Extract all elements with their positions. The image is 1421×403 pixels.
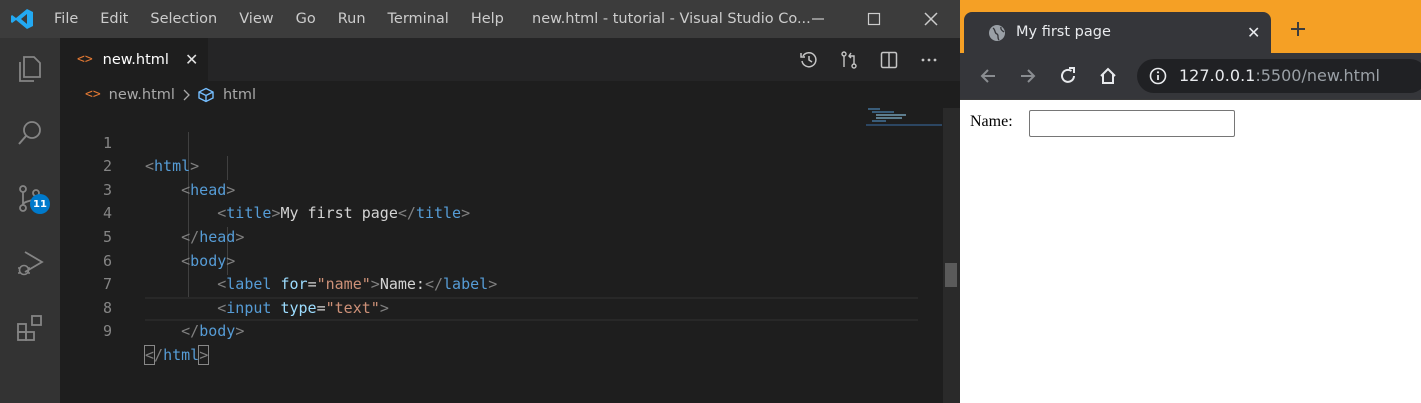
symbol-element-icon xyxy=(198,87,214,102)
web-page: Name: xyxy=(960,100,1421,403)
activity-run-debug[interactable] xyxy=(0,239,60,287)
html-file-icon: <> xyxy=(77,52,93,67)
tab-label: new.html xyxy=(102,51,169,68)
activity-extensions[interactable] xyxy=(0,304,60,352)
menu-go[interactable]: Go xyxy=(284,0,326,38)
tab-close-button[interactable]: ✕ xyxy=(185,50,198,69)
vscode-titlebar: File Edit Selection View Go Run Terminal… xyxy=(0,0,960,38)
back-button[interactable] xyxy=(973,61,1003,91)
breadcrumb: <> new.html html xyxy=(60,81,960,108)
browser-tab-close-button[interactable]: ✕ xyxy=(1247,12,1260,53)
browser-tab-title: My first page xyxy=(1016,24,1111,40)
forward-button[interactable] xyxy=(1013,61,1043,91)
activity-source-control[interactable]: 11 xyxy=(0,174,60,222)
more-actions-icon xyxy=(921,58,937,61)
menu-view[interactable]: View xyxy=(227,0,283,38)
activity-search[interactable] xyxy=(0,109,60,157)
editor-tabs: <> new.html ✕ xyxy=(60,38,960,81)
globe-icon xyxy=(989,25,1005,41)
new-tab-button[interactable] xyxy=(1283,14,1313,44)
vscode-window: File Edit Selection View Go Run Terminal… xyxy=(0,0,960,403)
menu-help[interactable]: Help xyxy=(459,0,514,38)
editor-scrollbar[interactable] xyxy=(943,108,960,403)
menu-edit[interactable]: Edit xyxy=(88,0,138,38)
code-line: 6 <label for="name">Name:</label> xyxy=(60,226,940,294)
activity-explorer[interactable] xyxy=(0,44,60,92)
browser-window: My first page ✕ 127.0.0.1:5500/new.html … xyxy=(960,0,1421,403)
run-debug-icon xyxy=(18,251,44,276)
code-line: 5 <body> xyxy=(60,202,940,270)
home-icon xyxy=(1100,67,1116,84)
chevron-right-icon xyxy=(183,89,190,100)
source-control-badge: 11 xyxy=(30,194,50,214)
editor-actions xyxy=(796,38,942,81)
menu-selection[interactable]: Selection xyxy=(138,0,227,38)
close-icon xyxy=(924,12,938,26)
name-input[interactable] xyxy=(1029,110,1235,137)
menu-run[interactable]: Run xyxy=(326,0,376,38)
browser-tab-strip: My first page ✕ xyxy=(960,0,1421,53)
browser-tab[interactable]: My first page ✕ xyxy=(964,12,1271,53)
info-icon xyxy=(1149,67,1167,85)
browser-toolbar: 127.0.0.1:5500/new.html xyxy=(960,53,1421,99)
arrow-left-icon xyxy=(980,69,995,83)
maximize-button[interactable] xyxy=(854,0,894,38)
minimap[interactable] xyxy=(866,108,942,128)
code-line: 7 <input type="text"> xyxy=(60,250,940,317)
breadcrumb-file[interactable]: new.html xyxy=(109,87,175,103)
reload-button[interactable] xyxy=(1053,61,1083,91)
line-number: 9 xyxy=(102,322,112,341)
url-path: :5500/new.html xyxy=(1255,66,1380,85)
code-editor[interactable]: 1 <html> 2 <head> 3 <title>My first page… xyxy=(60,108,940,403)
minimize-button[interactable] xyxy=(798,0,838,38)
reload-icon xyxy=(1061,67,1075,83)
code-text: </html> xyxy=(143,344,210,365)
scrollbar-thumb[interactable] xyxy=(945,263,957,287)
compare-changes-icon xyxy=(841,50,857,69)
vscode-logo-icon xyxy=(11,9,33,29)
window-title: new.html - tutorial - Visual Studio Co..… xyxy=(532,11,811,27)
activity-bar: 11 xyxy=(0,38,60,403)
code-line: 1 <html> xyxy=(60,108,940,176)
name-label: Name: xyxy=(970,113,1013,130)
screen: File Edit Selection View Go Run Terminal… xyxy=(0,0,1421,403)
compare-changes-button[interactable] xyxy=(836,47,862,73)
plus-icon xyxy=(1291,22,1305,36)
code-line: 8 </body> xyxy=(60,273,940,341)
close-window-button[interactable] xyxy=(911,0,951,38)
code-line: 9 </html> xyxy=(60,297,940,365)
address-url: 127.0.0.1:5500/new.html xyxy=(1179,59,1380,93)
menu-terminal[interactable]: Terminal xyxy=(376,0,459,38)
home-button[interactable] xyxy=(1093,61,1123,91)
address-bar[interactable]: 127.0.0.1:5500/new.html xyxy=(1137,59,1421,93)
more-actions-button[interactable] xyxy=(916,47,942,73)
menu-file[interactable]: File xyxy=(42,0,88,38)
search-icon xyxy=(18,121,41,145)
open-timeline-icon xyxy=(800,51,817,67)
maximize-icon xyxy=(867,12,881,26)
split-editor-icon xyxy=(880,51,898,68)
menu-bar: File Edit Selection View Go Run Terminal… xyxy=(42,0,514,38)
html-file-icon: <> xyxy=(85,87,101,102)
split-editor-button[interactable] xyxy=(876,47,902,73)
extensions-icon xyxy=(17,315,42,341)
code-line: 2 <head> xyxy=(60,132,940,199)
code-line: 3 <title>My first page</title> xyxy=(60,155,940,223)
explorer-icon xyxy=(19,56,41,82)
code-text: </body> xyxy=(181,322,245,341)
minimize-icon xyxy=(812,18,824,20)
url-host: 127.0.0.1 xyxy=(1179,66,1256,85)
breadcrumb-symbol[interactable]: html xyxy=(223,87,256,103)
timeline-button[interactable] xyxy=(796,47,822,73)
arrow-right-icon xyxy=(1021,69,1036,83)
code-line: 4 </head> xyxy=(60,179,940,246)
tab-new-html[interactable]: <> new.html ✕ xyxy=(60,38,208,81)
